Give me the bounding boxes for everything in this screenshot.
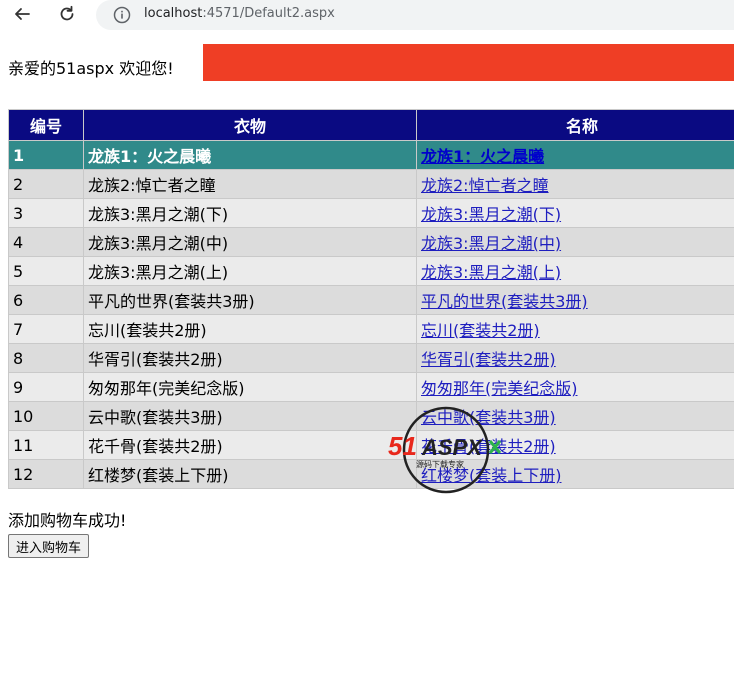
cell-clothing: 龙族3:黑月之潮(中): [83, 227, 417, 257]
cell-name: 龙族1：火之晨曦: [416, 140, 734, 170]
cell-id: 7: [8, 314, 84, 344]
cell-clothing: 龙族2:悼亡者之瞳: [83, 169, 417, 199]
cell-id: 6: [8, 285, 84, 315]
header-clothing: 衣物: [83, 109, 417, 141]
cell-name: 匆匆那年(完美纪念版): [416, 372, 734, 402]
welcome-text: 亲爱的51aspx 欢迎您!: [8, 59, 174, 78]
select-link[interactable]: 龙族1：火之晨曦: [421, 147, 544, 166]
cell-id: 4: [8, 227, 84, 257]
cell-id: 1: [8, 140, 84, 170]
cell-clothing: 华胥引(套装共2册): [83, 343, 417, 373]
books-table: 编号 衣物 名称 1 龙族1：火之晨曦 龙族1：火之晨曦 2 龙族2:悼亡者之瞳…: [8, 109, 734, 489]
info-icon[interactable]: [112, 5, 132, 25]
table-row: 2 龙族2:悼亡者之瞳 龙族2:悼亡者之瞳: [8, 169, 734, 199]
browser-toolbar: localhost:4571/Default2.aspx: [0, 0, 734, 30]
select-link[interactable]: 龙族3:黑月之潮(上): [421, 263, 561, 282]
select-link[interactable]: 平凡的世界(套装共3册): [421, 292, 588, 311]
cell-clothing: 红楼梦(套装上下册): [83, 459, 417, 489]
cell-name: 云中歌(套装共3册): [416, 401, 734, 431]
cell-name: 花千骨(套装共2册): [416, 430, 734, 460]
cell-name: 龙族3:黑月之潮(下): [416, 198, 734, 228]
table-row: 1 龙族1：火之晨曦 龙族1：火之晨曦: [8, 140, 734, 170]
cell-id: 11: [8, 430, 84, 460]
cell-clothing: 花千骨(套装共2册): [83, 430, 417, 460]
url-path: :4571/Default2.aspx: [202, 6, 335, 21]
table-header-row: 编号 衣物 名称: [8, 109, 734, 141]
cell-name: 龙族3:黑月之潮(上): [416, 256, 734, 286]
success-message: 添加购物车成功!: [8, 511, 127, 530]
reload-button[interactable]: [55, 2, 79, 26]
table-row: 11 花千骨(套装共2册) 花千骨(套装共2册): [8, 430, 734, 460]
cell-id: 8: [8, 343, 84, 373]
cell-name: 龙族2:悼亡者之瞳: [416, 169, 734, 199]
table-row: 4 龙族3:黑月之潮(中) 龙族3:黑月之潮(中): [8, 227, 734, 257]
cell-name: 华胥引(套装共2册): [416, 343, 734, 373]
url-host: localhost: [144, 6, 203, 21]
table-row: 6 平凡的世界(套装共3册) 平凡的世界(套装共3册): [8, 285, 734, 315]
go-to-cart-button[interactable]: 进入购物车: [8, 534, 90, 558]
cell-clothing: 忘川(套装共2册): [83, 314, 417, 344]
cell-name: 忘川(套装共2册): [416, 314, 734, 344]
cell-clothing: 龙族1：火之晨曦: [83, 140, 417, 170]
cell-clothing: 龙族3:黑月之潮(下): [83, 198, 417, 228]
table-row: 9 匆匆那年(完美纪念版) 匆匆那年(完美纪念版): [8, 372, 734, 402]
address-bar[interactable]: localhost:4571/Default2.aspx: [96, 0, 734, 30]
cell-name: 红楼梦(套装上下册): [416, 459, 734, 489]
table-row: 7 忘川(套装共2册) 忘川(套装共2册): [8, 314, 734, 344]
cell-id: 5: [8, 256, 84, 286]
select-link[interactable]: 花千骨(套装共2册): [421, 437, 556, 456]
select-link[interactable]: 云中歌(套装共3册): [421, 408, 556, 427]
cell-id: 9: [8, 372, 84, 402]
select-link[interactable]: 忘川(套装共2册): [421, 321, 540, 340]
select-link[interactable]: 龙族3:黑月之潮(下): [421, 205, 561, 224]
select-link[interactable]: 红楼梦(套装上下册): [421, 466, 562, 485]
table-row: 8 华胥引(套装共2册) 华胥引(套装共2册): [8, 343, 734, 373]
reload-icon: [60, 5, 74, 21]
select-link[interactable]: 匆匆那年(完美纪念版): [421, 379, 578, 398]
back-button[interactable]: [10, 2, 34, 26]
table-row: 10 云中歌(套装共3册) 云中歌(套装共3册): [8, 401, 734, 431]
cell-clothing: 云中歌(套装共3册): [83, 401, 417, 431]
back-arrow-icon: [15, 8, 30, 20]
select-link[interactable]: 龙族2:悼亡者之瞳: [421, 176, 549, 195]
cell-id: 2: [8, 169, 84, 199]
table-row: 3 龙族3:黑月之潮(下) 龙族3:黑月之潮(下): [8, 198, 734, 228]
header-name: 名称: [416, 109, 734, 141]
cell-id: 10: [8, 401, 84, 431]
url-text[interactable]: localhost:4571/Default2.aspx: [144, 6, 335, 22]
cell-clothing: 匆匆那年(完美纪念版): [83, 372, 417, 402]
table-row: 12 红楼梦(套装上下册) 红楼梦(套装上下册): [8, 459, 734, 489]
cell-clothing: 龙族3:黑月之潮(上): [83, 256, 417, 286]
cell-clothing: 平凡的世界(套装共3册): [83, 285, 417, 315]
cell-id: 12: [8, 459, 84, 489]
cell-name: 龙族3:黑月之潮(中): [416, 227, 734, 257]
select-link[interactable]: 华胥引(套装共2册): [421, 350, 556, 369]
banner: [203, 44, 734, 81]
select-link[interactable]: 龙族3:黑月之潮(中): [421, 234, 561, 253]
header-id: 编号: [8, 109, 84, 141]
table-row: 5 龙族3:黑月之潮(上) 龙族3:黑月之潮(上): [8, 256, 734, 286]
cell-id: 3: [8, 198, 84, 228]
cell-name: 平凡的世界(套装共3册): [416, 285, 734, 315]
